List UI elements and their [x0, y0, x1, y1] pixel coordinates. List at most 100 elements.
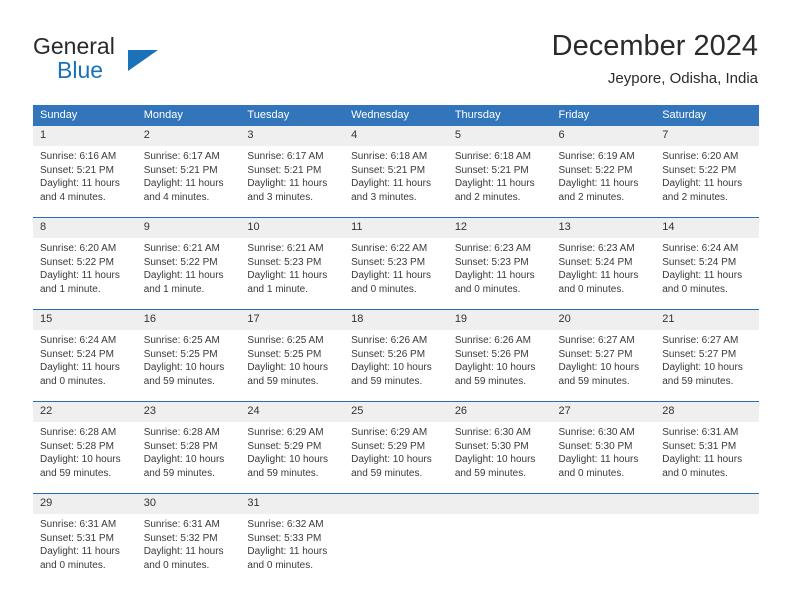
calendar-day-cell[interactable]: 13 Sunrise: 6:23 AM Sunset: 5:24 PM Dayligh… — [551, 217, 656, 310]
calendar-day-cell[interactable]: 7 Sunrise: 6:20 AM Sunset: 5:22 PM Daylight… — [655, 126, 759, 218]
calendar-day-cell[interactable]: 3 Sunrise: 6:17 AM Sunset: 5:21 PM Daylight… — [240, 126, 345, 218]
sunset-text: Sunset: 5:26 PM — [351, 348, 426, 360]
sunrise-text: Sunrise: 6:31 AM — [143, 519, 220, 530]
daylight-text-line2: and 2 minutes. — [662, 191, 728, 203]
daylight-text-line2: and 59 minutes. — [143, 467, 215, 479]
sunrise-text: Sunrise: 6:21 AM — [143, 243, 220, 254]
calendar-day-cell[interactable]: 2 Sunrise: 6:17 AM Sunset: 5:21 PM Daylight… — [136, 126, 241, 218]
day-number: 3 — [240, 126, 345, 146]
day-number: 28 — [655, 402, 759, 422]
day-number: 31 — [240, 494, 345, 514]
day-details: Sunrise: 6:18 AM Sunset: 5:21 PM Daylight:… — [448, 146, 552, 204]
sunset-text: Sunset: 5:26 PM — [454, 348, 529, 360]
sunset-text: Sunset: 5:32 PM — [143, 532, 218, 544]
sunset-text: Sunset: 5:21 PM — [247, 164, 322, 176]
day-details: Sunrise: 6:17 AM Sunset: 5:21 PM Daylight:… — [240, 146, 344, 204]
daylight-text-line2: and 1 minute. — [143, 283, 205, 295]
daylight-text-line1: Daylight: 10 hours — [351, 454, 432, 465]
calendar-day-cell[interactable]: 18 Sunrise: 6:26 AM Sunset: 5:26 PM Dayligh… — [344, 309, 448, 402]
day-details: Sunrise: 6:20 AM Sunset: 5:22 PM Daylight:… — [655, 146, 759, 204]
day-number — [344, 494, 448, 514]
calendar-day-cell[interactable]: 28 Sunrise: 6:31 AM Sunset: 5:31 PM Dayligh… — [655, 401, 759, 494]
calendar-day-cell[interactable]: 6 Sunrise: 6:19 AM Sunset: 5:22 PM Daylight… — [551, 126, 656, 218]
sunset-text: Sunset: 5:25 PM — [143, 348, 218, 360]
day-number: 13 — [551, 218, 656, 238]
daylight-text-line1: Daylight: 11 hours — [40, 270, 120, 281]
day-number: 14 — [655, 218, 759, 238]
day-number: 20 — [551, 310, 656, 330]
general-blue-logo[interactable]: General Blue — [33, 33, 253, 89]
sunrise-text: Sunrise: 6:31 AM — [40, 519, 117, 530]
daylight-text-line2: and 59 minutes. — [40, 467, 112, 479]
calendar-day-cell[interactable]: 24 Sunrise: 6:29 AM Sunset: 5:29 PM Dayligh… — [240, 401, 345, 494]
weekday-header-tuesday: Tuesday — [240, 105, 345, 126]
day-details: Sunrise: 6:29 AM Sunset: 5:29 PM Daylight:… — [344, 422, 448, 480]
sunset-text: Sunset: 5:27 PM — [662, 348, 737, 360]
calendar-day-cell[interactable]: 25 Sunrise: 6:29 AM Sunset: 5:29 PM Dayligh… — [344, 401, 448, 494]
day-number: 29 — [33, 494, 137, 514]
calendar-day-cell[interactable]: 29 Sunrise: 6:31 AM Sunset: 5:31 PM Dayligh… — [33, 493, 137, 585]
calendar-day-cell[interactable]: 8 Sunrise: 6:20 AM Sunset: 5:22 PM Daylight… — [33, 217, 137, 310]
day-details: Sunrise: 6:23 AM Sunset: 5:24 PM Daylight:… — [552, 238, 656, 296]
weekday-header-row: Sunday Monday Tuesday Wednesday Thursday… — [33, 105, 759, 126]
calendar-day-cell-empty — [344, 493, 448, 585]
weekday-header-sunday: Sunday — [33, 105, 137, 126]
day-number: 24 — [240, 402, 345, 422]
calendar-day-cell[interactable]: 17 Sunrise: 6:25 AM Sunset: 5:25 PM Dayligh… — [240, 309, 345, 402]
daylight-text-line1: Daylight: 11 hours — [247, 178, 328, 189]
calendar-day-cell[interactable]: 9 Sunrise: 6:21 AM Sunset: 5:22 PM Daylight… — [136, 217, 241, 310]
daylight-text-line2: and 0 minutes. — [351, 283, 417, 295]
day-details: Sunrise: 6:27 AM Sunset: 5:27 PM Daylight:… — [552, 330, 656, 388]
sunrise-text: Sunrise: 6:28 AM — [40, 427, 117, 438]
calendar-day-cell[interactable]: 30 Sunrise: 6:31 AM Sunset: 5:32 PM Dayligh… — [136, 493, 241, 585]
calendar-day-cell[interactable]: 10 Sunrise: 6:21 AM Sunset: 5:23 PM Dayligh… — [240, 217, 345, 310]
sunrise-text: Sunrise: 6:26 AM — [454, 335, 531, 346]
calendar-day-cell[interactable]: 26 Sunrise: 6:30 AM Sunset: 5:30 PM Dayligh… — [447, 401, 552, 494]
daylight-text-line2: and 59 minutes. — [247, 375, 319, 387]
sunset-text: Sunset: 5:25 PM — [247, 348, 322, 360]
calendar-day-cell[interactable]: 19 Sunrise: 6:26 AM Sunset: 5:26 PM Dayligh… — [447, 309, 552, 402]
daylight-text-line1: Daylight: 11 hours — [247, 546, 328, 557]
calendar-day-cell[interactable]: 22 Sunrise: 6:28 AM Sunset: 5:28 PM Dayligh… — [33, 401, 137, 494]
sunrise-text: Sunrise: 6:23 AM — [454, 243, 531, 254]
sunset-text: Sunset: 5:30 PM — [558, 440, 633, 452]
calendar-day-cell[interactable]: 16 Sunrise: 6:25 AM Sunset: 5:25 PM Dayligh… — [136, 309, 241, 402]
logo-text-blue: Blue — [57, 57, 104, 83]
sunset-text: Sunset: 5:21 PM — [40, 164, 114, 176]
calendar-day-cell[interactable]: 4 Sunrise: 6:18 AM Sunset: 5:21 PM Daylight… — [344, 126, 448, 218]
daylight-text-line1: Daylight: 11 hours — [558, 178, 639, 189]
daylight-text-line2: and 4 minutes. — [40, 191, 106, 203]
sunset-text: Sunset: 5:22 PM — [558, 164, 633, 176]
calendar-week-row: 22 Sunrise: 6:28 AM Sunset: 5:28 PM Dayligh… — [33, 401, 759, 494]
calendar-day-cell[interactable]: 14 Sunrise: 6:24 AM Sunset: 5:24 PM Dayligh… — [655, 217, 759, 310]
sunrise-text: Sunrise: 6:24 AM — [40, 335, 117, 346]
calendar-day-cell[interactable]: 5 Sunrise: 6:18 AM Sunset: 5:21 PM Daylight… — [447, 126, 552, 218]
calendar-day-cell[interactable]: 20 Sunrise: 6:27 AM Sunset: 5:27 PM Dayligh… — [551, 309, 656, 402]
daylight-text-line1: Daylight: 11 hours — [143, 546, 224, 557]
sunset-text: Sunset: 5:30 PM — [454, 440, 529, 452]
weekday-header-saturday: Saturday — [655, 105, 759, 126]
calendar-day-cell[interactable]: 27 Sunrise: 6:30 AM Sunset: 5:30 PM Dayligh… — [551, 401, 656, 494]
day-details: Sunrise: 6:31 AM Sunset: 5:31 PM Daylight:… — [33, 514, 137, 572]
sunset-text: Sunset: 5:24 PM — [662, 256, 737, 268]
sunrise-text: Sunrise: 6:21 AM — [247, 243, 324, 254]
sunrise-text: Sunrise: 6:29 AM — [247, 427, 324, 438]
day-number — [655, 494, 759, 514]
day-number: 16 — [136, 310, 241, 330]
calendar-day-cell[interactable]: 31 Sunrise: 6:32 AM Sunset: 5:33 PM Dayligh… — [240, 493, 345, 585]
calendar-day-cell[interactable]: 23 Sunrise: 6:28 AM Sunset: 5:28 PM Dayligh… — [136, 401, 241, 494]
calendar-week-row: 15 Sunrise: 6:24 AM Sunset: 5:24 PM Dayligh… — [33, 309, 759, 402]
daylight-text-line1: Daylight: 11 hours — [40, 362, 120, 373]
calendar-day-cell[interactable]: 1 Sunrise: 6:16 AM Sunset: 5:21 PM Daylight… — [33, 126, 137, 218]
daylight-text-line1: Daylight: 11 hours — [143, 178, 224, 189]
calendar-day-cell[interactable]: 15 Sunrise: 6:24 AM Sunset: 5:24 PM Dayligh… — [33, 309, 137, 402]
day-number: 17 — [240, 310, 345, 330]
calendar-day-cell[interactable]: 11 Sunrise: 6:22 AM Sunset: 5:23 PM Dayligh… — [344, 217, 448, 310]
calendar-day-cell[interactable]: 21 Sunrise: 6:27 AM Sunset: 5:27 PM Dayligh… — [655, 309, 759, 402]
sunset-text: Sunset: 5:23 PM — [247, 256, 322, 268]
calendar-day-cell[interactable]: 12 Sunrise: 6:23 AM Sunset: 5:23 PM Dayligh… — [447, 217, 552, 310]
daylight-text-line1: Daylight: 11 hours — [247, 270, 328, 281]
daylight-text-line1: Daylight: 10 hours — [454, 362, 536, 373]
daylight-text-line2: and 59 minutes. — [662, 375, 734, 387]
weekday-header-thursday: Thursday — [447, 105, 552, 126]
